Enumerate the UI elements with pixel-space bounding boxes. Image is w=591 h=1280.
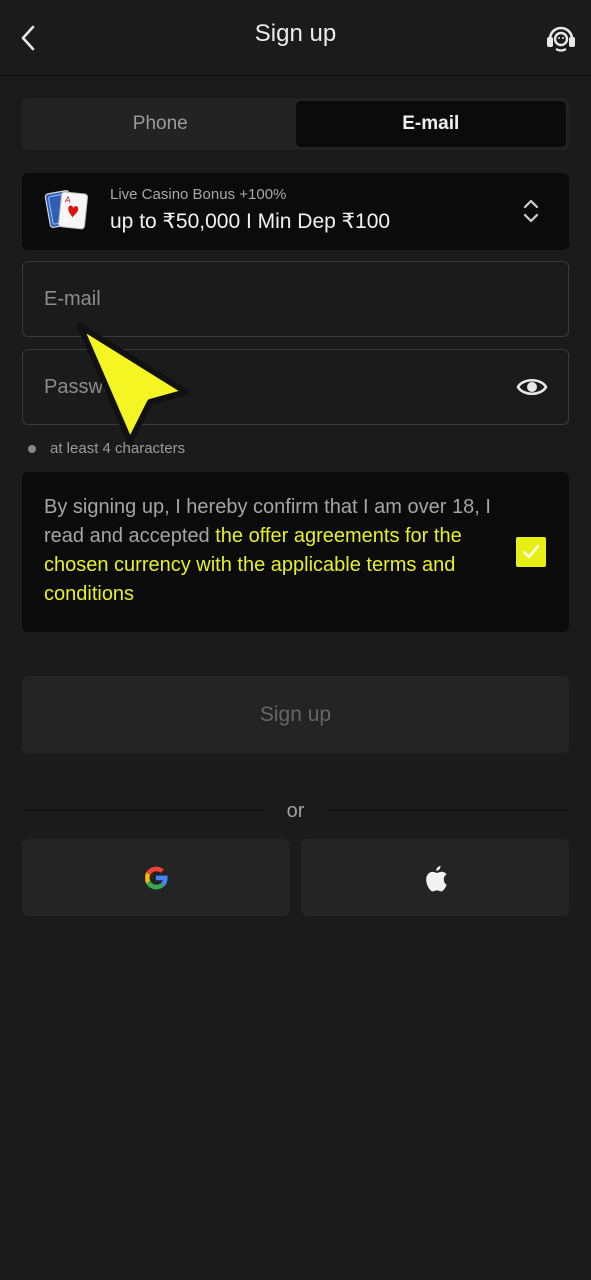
tab-phone[interactable]: Phone — [25, 101, 296, 147]
bonus-title: up to ₹50,000 I Min Dep ₹100 — [110, 210, 391, 233]
headset-icon — [547, 26, 575, 52]
password-hint: at least 4 characters — [28, 440, 185, 457]
terms-text: By signing up, I hereby confirm that I a… — [44, 493, 504, 609]
apple-icon — [426, 865, 447, 891]
page-title: Sign up — [254, 20, 337, 47]
divider-or: or — [286, 800, 305, 822]
chevron-up-down-icon — [523, 199, 539, 223]
google-signin-button[interactable] — [22, 839, 290, 916]
eye-icon — [516, 378, 548, 396]
support-button[interactable] — [541, 18, 581, 58]
bonus-subtitle: Live Casino Bonus +100% — [110, 186, 287, 203]
tab-email[interactable]: E-mail — [295, 101, 566, 147]
signup-button[interactable]: Sign up — [22, 676, 569, 753]
password-hint-text: at least 4 characters — [50, 440, 186, 457]
email-field-container — [22, 261, 569, 337]
password-field[interactable] — [23, 350, 568, 424]
divider-right — [327, 810, 569, 811]
terms-panel: By signing up, I hereby confirm that I a… — [22, 472, 569, 632]
terms-checkbox[interactable] — [516, 537, 546, 567]
google-icon — [145, 866, 168, 889]
apple-signin-button[interactable] — [301, 839, 569, 916]
hint-bullet-icon — [28, 444, 36, 453]
playing-cards-icon: A — [44, 190, 89, 230]
bonus-selector[interactable]: A Live Casino Bonus +100% up to ₹50,000 … — [22, 173, 569, 250]
signup-method-tabs: Phone E-mail — [22, 98, 569, 150]
toggle-password-visibility[interactable] — [516, 373, 548, 401]
checkmark-icon — [522, 544, 540, 559]
password-field-container — [22, 349, 569, 425]
header: Sign up — [0, 0, 591, 76]
email-field[interactable] — [23, 262, 568, 336]
